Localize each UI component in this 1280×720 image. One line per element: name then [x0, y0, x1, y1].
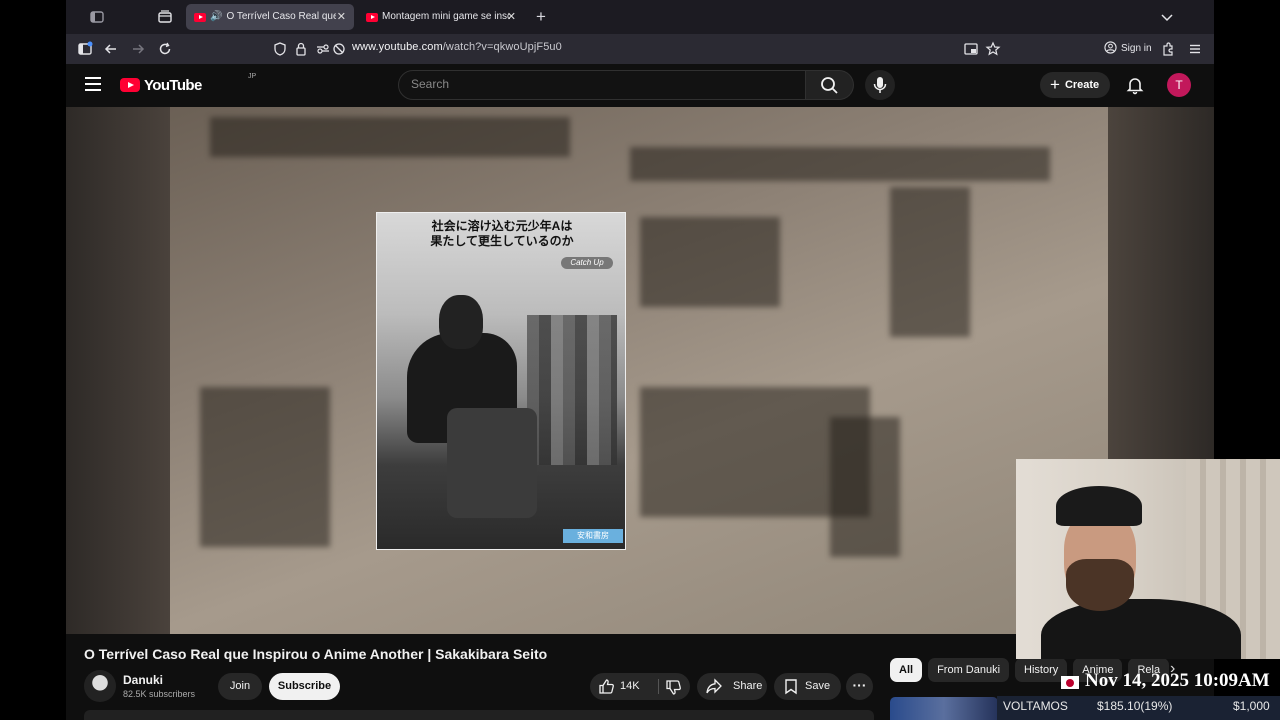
desktop-screen: 🔊 O Terrível Caso Real que Ins ✕ Montagem… [0, 0, 1280, 720]
streamer-body [1041, 599, 1241, 659]
search-input[interactable] [411, 77, 791, 91]
speaker-icon[interactable]: 🔊 [210, 4, 222, 30]
channel-avatar[interactable] [84, 670, 116, 702]
datetime-text: Nov 14, 2025 10:09AM [1085, 670, 1270, 691]
back-arrow-icon[interactable] [102, 40, 120, 58]
url-path: /watch?v=qkwoUpjF5u0 [442, 41, 562, 53]
video-title: O Terrível Caso Real que Inspirou o Anim… [84, 646, 548, 662]
ticker-value: $185.10(19%) [1097, 699, 1173, 713]
tab-list-chevron-icon[interactable] [1158, 8, 1176, 26]
newspaper-photo: 社会に溶け込む元少年Aは 果たして更生しているのか Catch Up 安和書房 [376, 212, 626, 550]
donation-ticker: VOLTAMOS $185.10(19%) $1,000 [997, 696, 1280, 720]
newspaper-blur [640, 217, 780, 307]
streamer-cap [1056, 486, 1142, 526]
caption-line-2: 果たして更生しているのか [430, 234, 574, 248]
japan-flag-icon [1061, 676, 1079, 689]
share-arrow-icon [705, 678, 723, 695]
chip-all[interactable]: All [890, 658, 923, 682]
person-legs [447, 408, 537, 518]
youtube-play-icon [120, 78, 140, 92]
notifications-bell-icon[interactable] [1126, 75, 1144, 95]
newspaper-blur [200, 387, 330, 547]
description-box[interactable] [84, 710, 874, 720]
dislike-icon[interactable] [665, 679, 682, 696]
create-label: Create [1064, 79, 1100, 91]
like-dislike-group: 14K [590, 673, 690, 700]
sidebar-toggle-icon[interactable] [88, 8, 106, 26]
save-label: Save [805, 680, 831, 692]
bookmark-star-icon[interactable] [984, 40, 1002, 58]
tab-title: Montagem mini game se inscre [382, 11, 510, 22]
url-host: www.youtube.com [352, 41, 443, 53]
sign-in-button[interactable]: Sign in [1096, 38, 1160, 60]
ticker-goal: $1,000 [1233, 699, 1270, 713]
autoplay-blocked-icon[interactable] [330, 40, 348, 58]
tab-title: O Terrível Caso Real que Ins [226, 11, 337, 22]
publisher-stamp: 安和書房 [563, 529, 623, 543]
search-button[interactable] [806, 70, 854, 100]
chip-from-danuki[interactable]: From Danuki [928, 658, 1010, 682]
url-bar[interactable]: www.youtube.com/watch?v=qkwoUpjF5u0 [352, 41, 562, 53]
search-box[interactable] [398, 70, 806, 100]
tab-manager-icon[interactable] [156, 8, 174, 26]
voice-search-button[interactable] [865, 70, 895, 100]
join-button[interactable]: Join [218, 673, 262, 700]
newspaper-blur [830, 417, 900, 557]
search-icon [821, 77, 838, 94]
microphone-icon [873, 77, 887, 93]
subscribe-button[interactable]: Subscribe [269, 673, 340, 700]
account-icon [1104, 41, 1117, 54]
share-label: Share [733, 680, 763, 692]
close-tab-icon[interactable]: ✕ [337, 4, 346, 30]
hamburger-menu-icon[interactable] [85, 77, 101, 91]
newspaper-blur [890, 187, 970, 337]
newspaper-blur [630, 147, 1050, 181]
menu-icon[interactable] [1186, 40, 1204, 58]
create-button[interactable]: + Create [1040, 72, 1111, 98]
youtube-wordmark: YouTube [144, 77, 202, 94]
youtube-favicon-icon [194, 12, 206, 22]
like-divider [658, 679, 659, 694]
tab-youtube-2[interactable]: Montagem mini game se inscre ✕ [358, 4, 524, 30]
recommended-video-thumbnail[interactable] [890, 697, 998, 720]
save-bookmark-icon [783, 678, 799, 695]
new-tab-icon[interactable]: + [532, 8, 550, 26]
shield-icon[interactable] [271, 40, 289, 58]
plus-icon: + [1050, 75, 1060, 94]
person-head [439, 295, 483, 349]
extensions-icon[interactable] [1159, 40, 1177, 58]
account-avatar[interactable]: T [1167, 73, 1191, 97]
reload-icon[interactable] [156, 40, 174, 58]
like-count[interactable]: 14K [620, 673, 640, 700]
close-tab-icon[interactable]: ✕ [507, 4, 516, 30]
lock-icon[interactable] [292, 40, 310, 58]
share-button[interactable]: Share [697, 673, 767, 700]
save-button[interactable]: Save [774, 673, 841, 700]
forward-arrow-icon[interactable] [129, 40, 147, 58]
tab-youtube-active[interactable]: 🔊 O Terrível Caso Real que Ins ✕ [186, 4, 354, 30]
webcam-overlay [1016, 459, 1280, 659]
ticker-label: VOLTAMOS [1003, 699, 1068, 713]
player-blur-left [66, 107, 170, 634]
like-icon[interactable] [598, 678, 615, 695]
browser-nav-bar: www.youtube.com/watch?v=qkwoUpjF5u0 Sign… [66, 34, 1214, 64]
stream-datetime: Nov 14, 2025 10:09AM [1055, 668, 1280, 696]
youtube-header: YouTube JP + Create T [66, 64, 1214, 107]
youtube-favicon-icon [366, 12, 378, 22]
catch-up-badge: Catch Up [561, 257, 613, 269]
caption-line-1: 社会に溶け込む元少年Aは [431, 219, 573, 233]
sign-in-label: Sign in [1121, 43, 1152, 54]
streamer-beard [1066, 559, 1134, 611]
video-frame[interactable]: 社会に溶け込む元少年Aは 果たして更生しているのか Catch Up 安和書房 [170, 107, 1108, 634]
browser-tab-bar: 🔊 O Terrível Caso Real que Ins ✕ Montagem… [66, 0, 1214, 34]
pixelated-faces [527, 315, 617, 465]
more-actions-icon[interactable]: ··· [846, 673, 873, 700]
picture-in-picture-icon[interactable] [962, 40, 980, 58]
sidebar-icon[interactable] [76, 40, 94, 58]
newspaper-blur [210, 117, 570, 157]
channel-name[interactable]: Danuki [123, 673, 163, 687]
region-code: JP [248, 73, 257, 80]
subscriber-count: 82.5K subscribers [123, 689, 196, 699]
photo-caption: 社会に溶け込む元少年Aは 果たして更生しているのか [377, 219, 625, 249]
